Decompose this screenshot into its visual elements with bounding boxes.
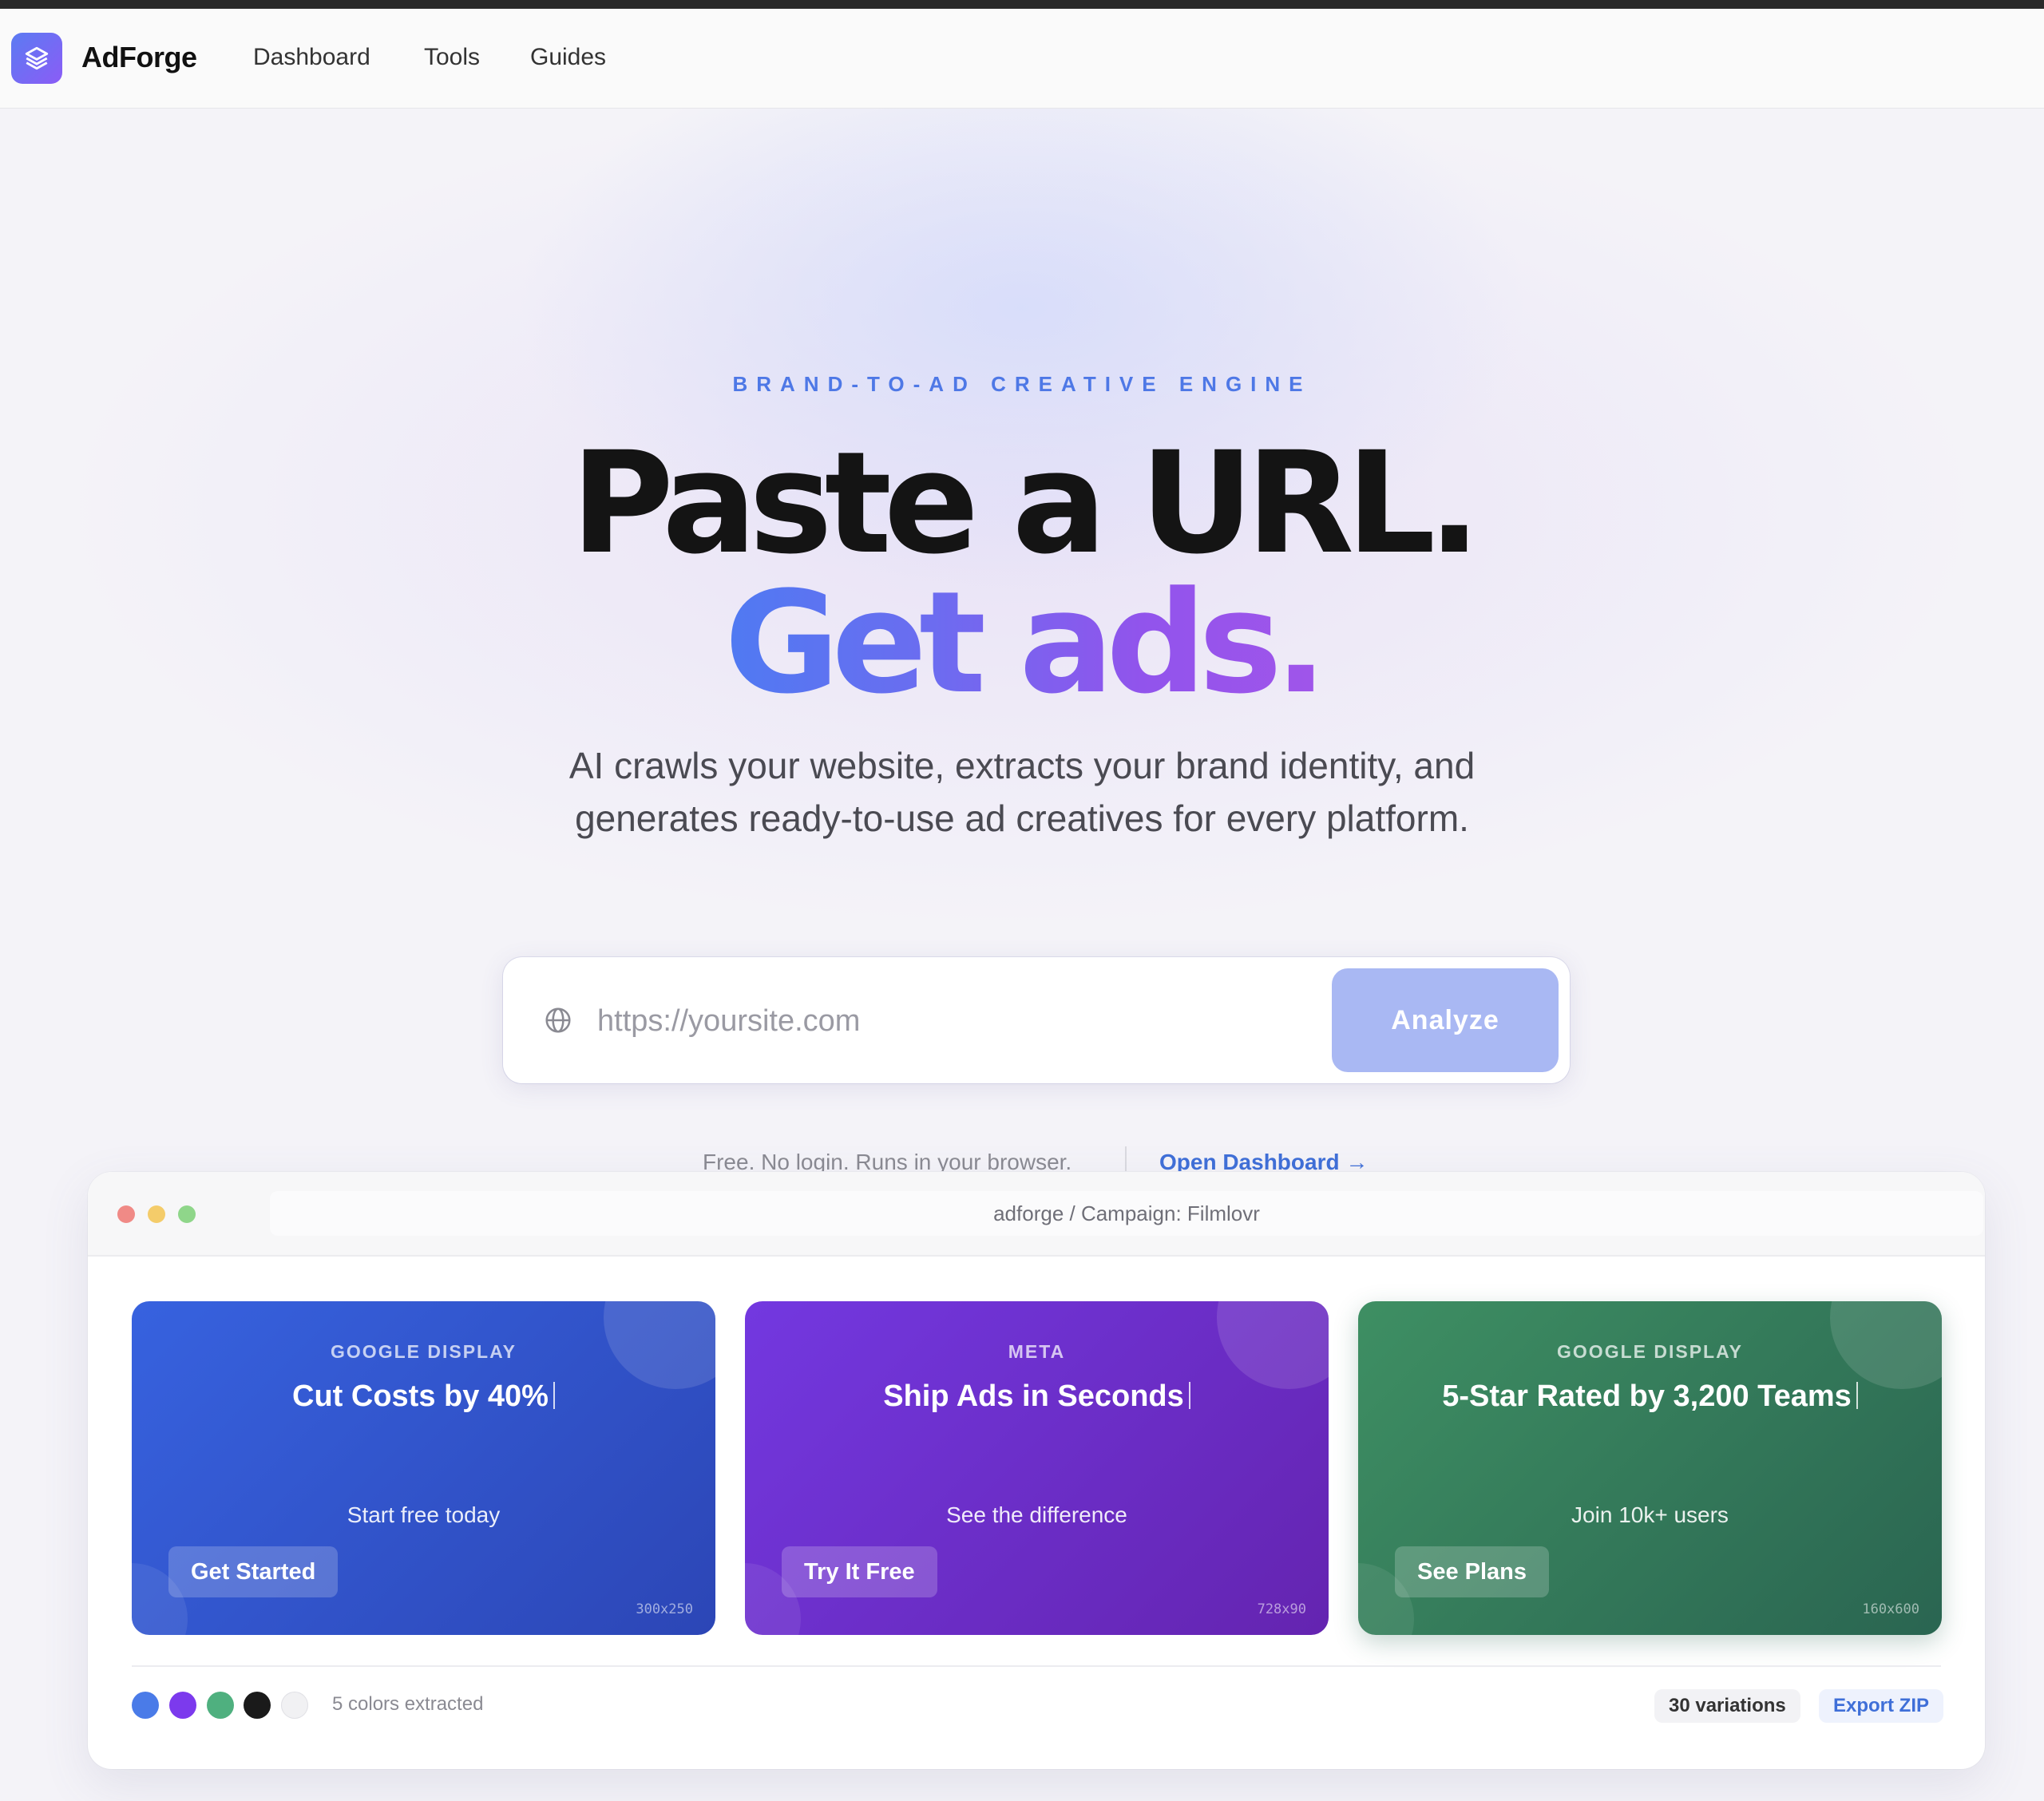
hero-headline-gradient-text: Get ads. xyxy=(724,561,1328,725)
preview-window: adforge / Campaign: Filmlovr GOOGLE DISP… xyxy=(88,1172,1985,1769)
close-dot[interactable] xyxy=(117,1205,135,1223)
ad-headline-text: 5-Star Rated by 3,200 Teams xyxy=(1442,1379,1852,1413)
ad-cta-button[interactable]: See Plans xyxy=(1395,1546,1550,1597)
window-titlebar: adforge / Campaign: Filmlovr xyxy=(88,1172,1985,1257)
ad-tagline: Join 10k+ users xyxy=(1571,1502,1729,1527)
hero-headline-line2: Get ads. xyxy=(0,568,2044,719)
ad-headline-text: Cut Costs by 40% xyxy=(292,1379,549,1413)
minimize-dot[interactable] xyxy=(148,1205,165,1223)
ad-cta-button[interactable]: Try It Free xyxy=(782,1546,937,1597)
hero-section: BRAND-TO-AD CREATIVE ENGINE Paste a URL.… xyxy=(0,109,2044,1182)
color-swatch[interactable] xyxy=(169,1692,196,1719)
ad-card-google-display-2[interactable]: GOOGLE DISPLAY 5-Star Rated by 3,200 Tea… xyxy=(1358,1301,1942,1635)
nav-guides[interactable]: Guides xyxy=(530,44,606,71)
hero-headline-line1: Paste a URL. xyxy=(570,422,1481,585)
ad-tagline: Start free today xyxy=(347,1502,501,1527)
ad-cta-button[interactable]: Get Started xyxy=(168,1546,339,1597)
window-address-bar: adforge / Campaign: Filmlovr xyxy=(270,1191,1983,1236)
color-swatch[interactable] xyxy=(244,1692,271,1719)
url-input[interactable] xyxy=(596,988,1285,1055)
maximize-dot[interactable] xyxy=(178,1205,196,1223)
window-divider xyxy=(132,1665,1941,1667)
ad-headline: Cut Costs by 40% xyxy=(132,1379,715,1414)
hero-eyebrow: BRAND-TO-AD CREATIVE ENGINE xyxy=(732,372,1312,396)
ad-size: 300x250 xyxy=(636,1601,693,1617)
color-swatch[interactable] xyxy=(132,1692,159,1719)
ad-card-meta[interactable]: META Ship Ads in Seconds See the differe… xyxy=(745,1301,1329,1635)
ad-tagline: See the difference xyxy=(946,1502,1127,1527)
text-cursor xyxy=(1856,1382,1858,1409)
ad-platform: META xyxy=(1008,1341,1066,1362)
ad-platform: GOOGLE DISPLAY xyxy=(1557,1341,1743,1362)
color-swatch[interactable] xyxy=(207,1692,234,1719)
variations-badge: 30 variations xyxy=(1654,1689,1800,1723)
top-strip xyxy=(0,0,2044,9)
colors-extracted-label: 5 colors extracted xyxy=(332,1693,484,1715)
ad-headline: Ship Ads in Seconds xyxy=(745,1379,1329,1414)
top-navbar: AdForge Dashboard Tools Guides xyxy=(0,9,2044,109)
ad-platform: GOOGLE DISPLAY xyxy=(331,1341,517,1362)
nav-tools[interactable]: Tools xyxy=(424,44,480,71)
text-cursor xyxy=(553,1382,555,1409)
layers-icon[interactable] xyxy=(11,33,62,84)
hero-subtitle: AI crawls your website, extracts your br… xyxy=(568,745,1476,839)
text-cursor xyxy=(1188,1382,1190,1409)
ad-headline-text: Ship Ads in Seconds xyxy=(883,1379,1184,1413)
url-search-box: Analyze xyxy=(503,957,1570,1083)
ad-size: 160x600 xyxy=(1862,1601,1919,1617)
analyze-button[interactable]: Analyze xyxy=(1332,968,1559,1072)
color-swatch[interactable] xyxy=(281,1692,308,1719)
export-zip-button[interactable]: Export ZIP xyxy=(1819,1689,1944,1723)
brand-name[interactable]: AdForge xyxy=(81,41,197,74)
ad-headline: 5-Star Rated by 3,200 Teams xyxy=(1358,1379,1942,1414)
ad-card-google-display[interactable]: GOOGLE DISPLAY Cut Costs by 40% Start fr… xyxy=(132,1301,715,1635)
globe-icon xyxy=(545,1007,571,1033)
nav-dashboard[interactable]: Dashboard xyxy=(253,44,370,71)
ad-size: 728x90 xyxy=(1257,1601,1306,1617)
